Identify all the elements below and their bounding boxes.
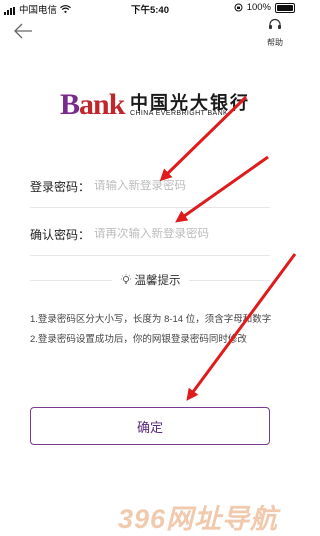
tip-item: 2.登录密码设置成功后，你的网银登录密码同时修改: [30, 334, 247, 345]
divider: [30, 279, 112, 281]
help-button[interactable]: 帮助: [262, 18, 288, 48]
confirm-password-input[interactable]: [94, 228, 264, 240]
logo-name-en: CHINA EVERBRIGHT BANK: [130, 110, 229, 117]
login-password-input[interactable]: [94, 180, 264, 192]
tips-heading: 温馨提示: [30, 270, 270, 290]
help-label: 帮助: [267, 38, 283, 47]
lightbulb-icon: [120, 274, 131, 285]
orientation-lock-icon: [234, 3, 243, 12]
tips-title-wrap: 温馨提示: [120, 272, 181, 288]
tip-item: 1.登录密码区分大小写，长度为 8-14 位，须含字母和数字: [30, 314, 272, 325]
confirm-password-row: 确认密码：: [30, 213, 270, 256]
confirm-button[interactable]: 确定: [30, 407, 270, 445]
tips-title: 温馨提示: [134, 275, 181, 287]
back-arrow-icon: [14, 23, 32, 39]
bank-logo: Bank 中国光大银行 CHINA EVERBRIGHT BANK: [60, 88, 250, 124]
watermark: 396网址导航: [118, 504, 279, 534]
login-password-row: 登录密码：: [30, 165, 270, 208]
status-right: 100%: [234, 2, 295, 13]
logo-mark-rest: ank: [79, 88, 125, 121]
status-bar: 中国电信 下午5:40 100%: [0, 0, 300, 16]
logo-mark-b: B: [60, 88, 80, 121]
battery-icon: [275, 2, 295, 13]
battery-percent: 100%: [246, 2, 271, 13]
divider: [188, 279, 270, 281]
back-button[interactable]: [10, 18, 36, 44]
confirm-password-label: 确认密码：: [30, 227, 91, 242]
tips-list: 1.登录密码区分大小写，长度为 8-14 位，须含字母和数字 2.登录密码设置成…: [30, 310, 275, 350]
login-password-label: 登录密码：: [30, 179, 91, 194]
logo-mark: Bank: [60, 88, 125, 122]
headset-icon: [269, 18, 281, 29]
annotation-arrows: [159, 95, 297, 401]
